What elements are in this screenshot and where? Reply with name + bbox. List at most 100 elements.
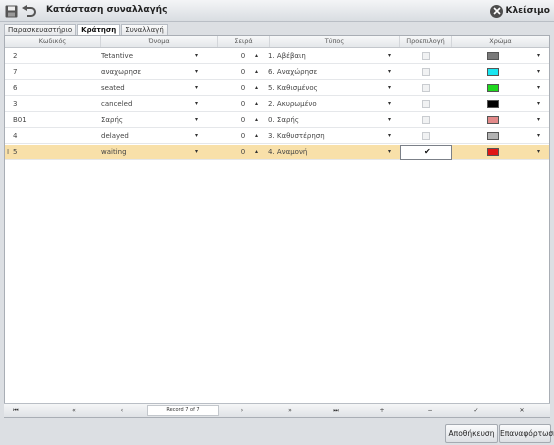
code-cell[interactable]: B01 — [13, 113, 98, 127]
table-row[interactable]: 2 Tetantive ▾ 0 ▴ 1. Αβέβαιη ▾ ▾ — [5, 49, 549, 64]
close-label: Κλείσιμο — [505, 6, 550, 16]
color-swatch — [487, 52, 499, 60]
title-bar: Κατάσταση συναλλαγής Κλείσιμο — [0, 0, 554, 22]
default-checkbox[interactable] — [422, 52, 430, 60]
default-checkbox[interactable] — [422, 100, 430, 108]
type-cell[interactable]: 2. Ακυρωμένο — [268, 97, 378, 111]
name-dropdown-icon[interactable]: ▾ — [195, 65, 198, 79]
type-dropdown-icon[interactable]: ▾ — [388, 49, 391, 63]
name-cell[interactable]: seated — [101, 81, 193, 95]
table-row[interactable]: 6 seated ▾ 0 ▴ 5. Καθισμένος ▾ ▾ — [5, 81, 549, 96]
type-cell[interactable]: 1. Αβέβαιη — [268, 49, 378, 63]
name-dropdown-icon[interactable]: ▾ — [195, 97, 198, 111]
save-button[interactable]: Αποθήκευση — [445, 424, 498, 443]
name-cell[interactable]: canceled — [101, 97, 193, 111]
cancel-edit-button[interactable]: ✕ — [512, 404, 532, 417]
name-cell[interactable]: waiting — [101, 145, 193, 159]
type-cell[interactable]: 5. Καθισμένος — [268, 81, 378, 95]
type-cell[interactable]: 4. Αναμονή — [268, 145, 378, 159]
column-header-code[interactable]: Κωδικός — [5, 36, 101, 47]
table-row[interactable]: B01 Σαρής ▾ 0 ▴ 0. Σαρής ▾ ▾ — [5, 113, 549, 128]
type-dropdown-icon[interactable]: ▾ — [388, 65, 391, 79]
color-dropdown-icon[interactable]: ▾ — [537, 129, 540, 143]
add-record-button[interactable]: + — [372, 404, 392, 417]
order-spin-icon[interactable]: ▴ — [255, 129, 258, 143]
previous-page-button[interactable]: « — [64, 404, 84, 417]
previous-record-button[interactable]: ‹ — [112, 404, 132, 417]
close-button[interactable]: Κλείσιμο — [490, 3, 550, 19]
code-cell[interactable]: 5 — [13, 145, 98, 159]
table-row[interactable]: I 5 waiting ▾ 0 ▴ 4. Αναμονή ▾ ✔ ▾ — [5, 145, 549, 160]
column-header-type[interactable]: Τύπος — [270, 36, 400, 47]
last-record-button[interactable]: ⏭ — [326, 404, 346, 417]
color-dropdown-icon[interactable]: ▾ — [537, 97, 540, 111]
row-focus-indicator: I — [7, 148, 10, 156]
code-cell[interactable]: 4 — [13, 129, 98, 143]
color-dropdown-icon[interactable]: ▾ — [537, 81, 540, 95]
column-header-name[interactable]: Όνομα — [101, 36, 218, 47]
color-dropdown-icon[interactable]: ▾ — [537, 65, 540, 79]
code-cell[interactable]: 3 — [13, 97, 98, 111]
code-cell[interactable]: 6 — [13, 81, 98, 95]
color-swatch — [487, 68, 499, 76]
default-checkbox[interactable]: ✔ — [400, 145, 452, 160]
name-cell[interactable]: αναχωρησε — [101, 65, 193, 79]
color-dropdown-icon[interactable]: ▾ — [537, 113, 540, 127]
color-dropdown-icon[interactable]: ▾ — [537, 145, 540, 159]
type-cell[interactable]: 3. Καθυστέρηση — [268, 129, 378, 143]
type-dropdown-icon[interactable]: ▾ — [388, 97, 391, 111]
order-spin-icon[interactable]: ▴ — [255, 49, 258, 63]
tab-workshop[interactable]: Παρασκευαστήριο — [4, 24, 77, 35]
column-header-color[interactable]: Χρώμα — [452, 36, 549, 47]
next-record-button[interactable]: › — [232, 404, 252, 417]
name-cell[interactable]: delayed — [101, 129, 193, 143]
default-checkbox[interactable] — [422, 116, 430, 124]
tab-strip: Παρασκευαστήριο Κράτηση Συναλλαγή — [4, 24, 169, 35]
type-dropdown-icon[interactable]: ▾ — [388, 129, 391, 143]
name-dropdown-icon[interactable]: ▾ — [195, 129, 198, 143]
order-spin-icon[interactable]: ▴ — [255, 145, 258, 159]
color-swatch — [487, 148, 499, 156]
code-cell[interactable]: 7 — [13, 65, 98, 79]
color-dropdown-icon[interactable]: ▾ — [537, 49, 540, 63]
table-row[interactable]: 4 delayed ▾ 0 ▴ 3. Καθυστέρηση ▾ ▾ — [5, 129, 549, 144]
post-edit-button[interactable]: ✓ — [466, 404, 486, 417]
type-cell[interactable]: 0. Σαρής — [268, 113, 378, 127]
column-header-default[interactable]: Προεπιλογή — [400, 36, 452, 47]
column-header-order[interactable]: Σειρά — [218, 36, 270, 47]
order-spin-icon[interactable]: ▴ — [255, 97, 258, 111]
next-page-button[interactable]: » — [280, 404, 300, 417]
order-spin-icon[interactable]: ▴ — [255, 65, 258, 79]
default-checkbox[interactable] — [422, 132, 430, 140]
type-dropdown-icon[interactable]: ▾ — [388, 113, 391, 127]
name-dropdown-icon[interactable]: ▾ — [195, 145, 198, 159]
default-checkbox[interactable] — [422, 84, 430, 92]
grid-header: Κωδικός Όνομα Σειρά Τύπος Προεπιλογή Χρώ… — [5, 36, 549, 48]
tab-reservation[interactable]: Κράτηση — [77, 24, 121, 35]
first-record-button[interactable]: ⏮ — [6, 404, 26, 417]
order-spin-icon[interactable]: ▴ — [255, 113, 258, 127]
reload-button[interactable]: Επαναφόρτωση — [499, 424, 554, 443]
order-spin-icon[interactable]: ▴ — [255, 81, 258, 95]
name-dropdown-icon[interactable]: ▾ — [195, 113, 198, 127]
record-position-field[interactable]: Record 7 of 7 — [147, 405, 219, 416]
type-cell[interactable]: 6. Αναχώρησε — [268, 65, 378, 79]
tab-transaction[interactable]: Συναλλαγή — [121, 24, 168, 35]
code-cell[interactable]: 2 — [13, 49, 98, 63]
delete-record-button[interactable]: − — [420, 404, 440, 417]
name-cell[interactable]: Σαρής — [101, 113, 193, 127]
color-swatch — [487, 116, 499, 124]
type-dropdown-icon[interactable]: ▾ — [388, 145, 391, 159]
table-row[interactable]: 7 αναχωρησε ▾ 0 ▴ 6. Αναχώρησε ▾ ▾ — [5, 65, 549, 80]
record-navigator: ⏮ « ‹ Record 7 of 7 › » ⏭ + − ✓ ✕ — [4, 403, 550, 417]
close-icon — [490, 4, 504, 18]
name-dropdown-icon[interactable]: ▾ — [195, 49, 198, 63]
name-dropdown-icon[interactable]: ▾ — [195, 81, 198, 95]
undo-icon[interactable] — [22, 4, 36, 18]
type-dropdown-icon[interactable]: ▾ — [388, 81, 391, 95]
table-row[interactable]: 3 canceled ▾ 0 ▴ 2. Ακυρωμένο ▾ ▾ — [5, 97, 549, 112]
save-icon[interactable] — [4, 4, 18, 18]
status-grid: Κωδικός Όνομα Σειρά Τύπος Προεπιλογή Χρώ… — [4, 35, 550, 418]
name-cell[interactable]: Tetantive — [101, 49, 193, 63]
default-checkbox[interactable] — [422, 68, 430, 76]
